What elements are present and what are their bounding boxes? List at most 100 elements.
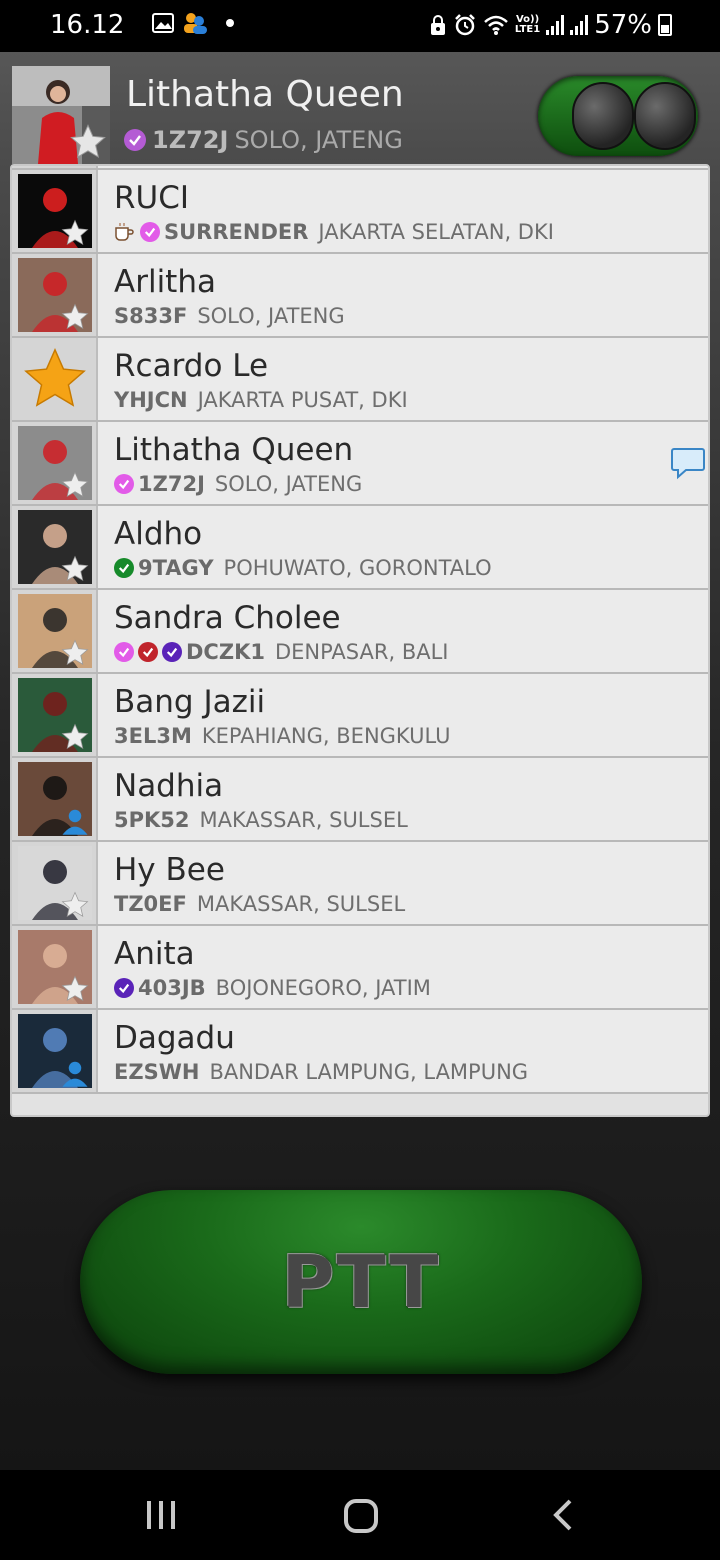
contact-text: Bang Jazii 3EL3M KEPAHIANG, BENGKULU — [98, 674, 708, 756]
app-screen: Lithatha Queen 1Z72J SOLO, JATENG H3Y53J… — [0, 52, 720, 1470]
contact-info: TZ0EF MAKASSAR, SULSEL — [114, 892, 708, 916]
contact-location: JAKARTA PUSAT, DKI — [197, 388, 408, 412]
contact-text: Dagadu EZSWH BANDAR LAMPUNG, LAMPUNG — [98, 1010, 708, 1092]
star-icon — [61, 555, 89, 582]
contact-row[interactable]: Nadhia 5PK52 MAKASSAR, SULSEL — [12, 758, 708, 842]
current-user-header[interactable]: Lithatha Queen 1Z72J SOLO, JATENG — [0, 52, 720, 167]
contact-code: TZ0EF — [114, 892, 187, 916]
contact-name: Sandra Cholee — [114, 600, 341, 636]
lock-icon — [430, 15, 445, 35]
contact-location: JAKARTA SELATAN, DKI — [318, 220, 554, 244]
contact-code: S833F — [114, 304, 188, 328]
notification-dot — [226, 19, 234, 27]
contact-row[interactable]: Aldho 9TAGY POHUWATO, GORONTALO — [12, 506, 708, 590]
contact-text: Hy Bee TZ0EF MAKASSAR, SULSEL — [98, 842, 708, 924]
contact-text: H3Y53JAKARTA TIMUR, DKI — [98, 166, 708, 168]
contact-text: Aldho 9TAGY POHUWATO, GORONTALO — [98, 506, 708, 588]
star-icon — [61, 723, 89, 750]
avatar-cell[interactable] — [12, 170, 98, 252]
contact-info: 3EL3M KEPAHIANG, BENGKULU — [114, 724, 708, 748]
contact-location: KEPAHIANG, BENGKULU — [201, 724, 451, 748]
volte-icon: Vo)) LTE1 — [514, 14, 541, 35]
avatar-cell[interactable] — [12, 926, 98, 1008]
signal-icon — [570, 15, 589, 35]
contact-row[interactable]: Dagadu EZSWH BANDAR LAMPUNG, LAMPUNG — [12, 1010, 708, 1094]
current-user-info: 1Z72J SOLO, JATENG — [124, 126, 403, 154]
avatar-cell[interactable] — [12, 758, 98, 840]
contact-name: Arlitha — [114, 264, 216, 300]
star-icon — [61, 471, 89, 498]
avatar-cell[interactable] — [12, 338, 98, 420]
ptt-label: PTT — [281, 1240, 441, 1324]
avatar-cell[interactable] — [12, 166, 98, 168]
current-user-code: 1Z72J — [152, 126, 229, 154]
contact-code: SURRENDER — [164, 220, 309, 244]
signal-icon — [546, 15, 565, 35]
verified-badge-icon — [138, 642, 158, 662]
contact-info: 403JB BOJONEGORO, JATIM — [114, 976, 708, 1000]
contact-list[interactable]: H3Y53JAKARTA TIMUR, DKI RUCI SURRENDER JAKA… — [10, 164, 710, 1117]
avatar-cell[interactable] — [12, 1010, 98, 1092]
back-icon[interactable] — [550, 1498, 576, 1532]
online-toggle[interactable] — [538, 76, 698, 156]
star-icon — [61, 891, 89, 918]
avatar-cell[interactable] — [12, 506, 98, 588]
contact-row[interactable]: Anita 403JB BOJONEGORO, JATIM — [12, 926, 708, 1010]
avatar-cell[interactable] — [12, 422, 98, 504]
toggle-knob[interactable] — [572, 82, 634, 150]
ptt-button[interactable]: PTT — [80, 1190, 642, 1374]
message-bubble-icon[interactable] — [670, 446, 706, 480]
contact-row[interactable]: Lithatha Queen 1Z72J SOLO, JATENG — [12, 422, 708, 506]
status-bar: 16.12 Vo)) LTE1 57% — [0, 0, 720, 52]
contact-location: MAKASSAR, SULSEL — [199, 808, 408, 832]
contact-location: POHUWATO, GORONTALO — [223, 556, 492, 580]
contact-name: Anita — [114, 936, 195, 972]
battery-text: 57% — [594, 10, 652, 40]
contact-name: Dagadu — [114, 1020, 235, 1056]
star-icon — [61, 219, 89, 246]
contact-info: 1Z72J SOLO, JATENG — [114, 472, 708, 496]
contact-info: YHJCN JAKARTA PUSAT, DKI — [114, 388, 708, 412]
star-icon — [61, 303, 89, 330]
navigation-bar — [0, 1470, 720, 1560]
avatar-cell[interactable] — [12, 254, 98, 336]
contact-row[interactable]: RUCI SURRENDER JAKARTA SELATAN, DKI — [12, 170, 708, 254]
star-icon — [61, 975, 89, 1002]
alarm-icon — [454, 14, 475, 36]
contact-text: Anita 403JB BOJONEGORO, JATIM — [98, 926, 708, 1008]
people-icon — [184, 13, 207, 34]
verified-badge-icon — [114, 978, 134, 998]
contact-location: BOJONEGORO, JATIM — [215, 976, 431, 1000]
contact-location: SOLO, JATENG — [214, 472, 363, 496]
avatar[interactable] — [12, 66, 110, 164]
contact-name: RUCI — [114, 180, 190, 216]
current-user-location: SOLO, JATENG — [234, 126, 403, 154]
contact-code: YHJCN — [114, 388, 188, 412]
contact-row[interactable]: Arlitha S833F SOLO, JATENG — [12, 254, 708, 338]
star-icon — [61, 639, 89, 666]
contact-info: 9TAGY POHUWATO, GORONTALO — [114, 556, 708, 580]
wifi-icon — [484, 15, 508, 35]
contact-code: 5PK52 — [114, 808, 190, 832]
contact-row[interactable]: Hy Bee TZ0EF MAKASSAR, SULSEL — [12, 842, 708, 926]
contact-row[interactable]: Rcardo Le YHJCN JAKARTA PUSAT, DKI — [12, 338, 708, 422]
contact-code: EZSWH — [114, 1060, 200, 1084]
home-icon[interactable] — [343, 1498, 379, 1534]
contact-code: 1Z72J — [138, 472, 205, 496]
contact-location: MAKASSAR, SULSEL — [196, 892, 406, 916]
avatar-cell[interactable] — [12, 674, 98, 756]
recent-apps-icon[interactable] — [144, 1498, 178, 1532]
contact-text: RUCI SURRENDER JAKARTA SELATAN, DKI — [98, 170, 708, 252]
contact-code: 9TAGY — [138, 556, 214, 580]
avatar-cell[interactable] — [12, 842, 98, 924]
contact-info: 5PK52 MAKASSAR, SULSEL — [114, 808, 708, 832]
contact-name: Rcardo Le — [114, 348, 269, 384]
star-icon — [24, 348, 86, 407]
contact-text: Rcardo Le YHJCN JAKARTA PUSAT, DKI — [98, 338, 708, 420]
contact-row[interactable]: Sandra Cholee DCZK1 DENPASAR, BALI — [12, 590, 708, 674]
avatar-cell[interactable] — [12, 590, 98, 672]
current-user-name: Lithatha Queen — [126, 74, 404, 115]
verified-badge-icon — [162, 642, 182, 662]
contact-name: Hy Bee — [114, 852, 225, 888]
contact-row[interactable]: Bang Jazii 3EL3M KEPAHIANG, BENGKULU — [12, 674, 708, 758]
